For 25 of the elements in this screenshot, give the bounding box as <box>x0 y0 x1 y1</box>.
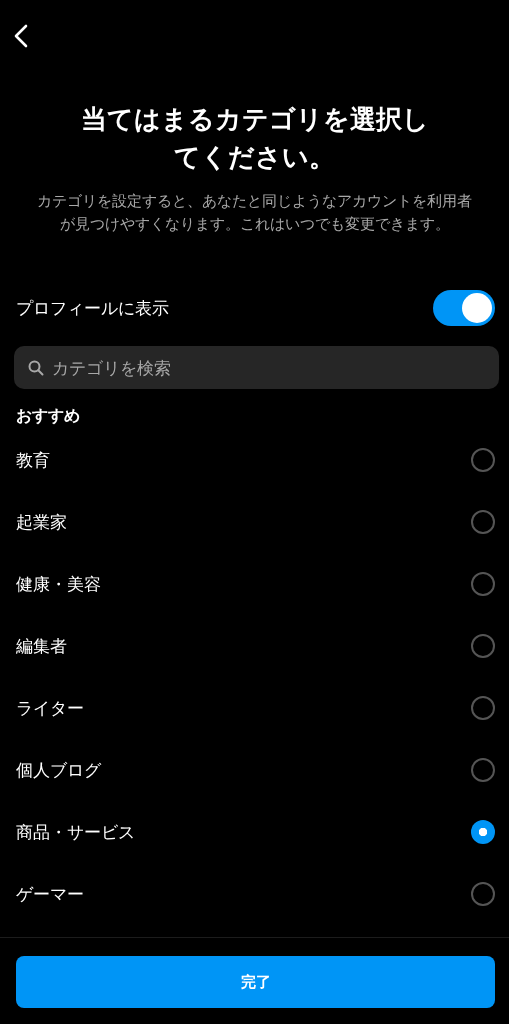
search-field[interactable]: カテゴリを検索 <box>14 346 499 389</box>
radio-button[interactable] <box>471 448 495 472</box>
page-title: 当てはまるカテゴリを選択してください。 <box>79 103 430 174</box>
search-icon <box>28 360 44 376</box>
category-label[interactable]: 起業家 <box>16 510 67 534</box>
radio-button[interactable] <box>471 634 495 658</box>
radio-button[interactable] <box>471 696 495 720</box>
radio-button[interactable] <box>471 510 495 534</box>
category-label[interactable]: ゲーマー <box>16 882 84 906</box>
category-label[interactable]: 健康・美容 <box>16 572 101 596</box>
radio-button[interactable] <box>471 572 495 596</box>
category-label[interactable]: 編集者 <box>16 634 67 658</box>
toggle-label: プロフィールに表示 <box>16 296 169 320</box>
back-button[interactable] <box>12 22 30 50</box>
back-icon <box>14 24 28 48</box>
radio-button[interactable] <box>471 758 495 782</box>
category-label[interactable]: 個人ブログ <box>16 758 101 782</box>
description-text: カテゴリを設定すると、あなたと同じようなアカウントを利用者が見つけやすくなります。これはいつでも変更できます。 <box>36 191 473 235</box>
category-label[interactable]: ライター <box>16 696 84 720</box>
section-heading: おすすめ <box>15 405 81 427</box>
radio-button[interactable] <box>471 882 495 906</box>
toggle-switch[interactable] <box>433 290 495 326</box>
category-label[interactable]: 教育 <box>16 448 50 472</box>
radio-button[interactable] <box>471 820 495 844</box>
category-label[interactable]: 商品・サービス <box>16 820 135 844</box>
